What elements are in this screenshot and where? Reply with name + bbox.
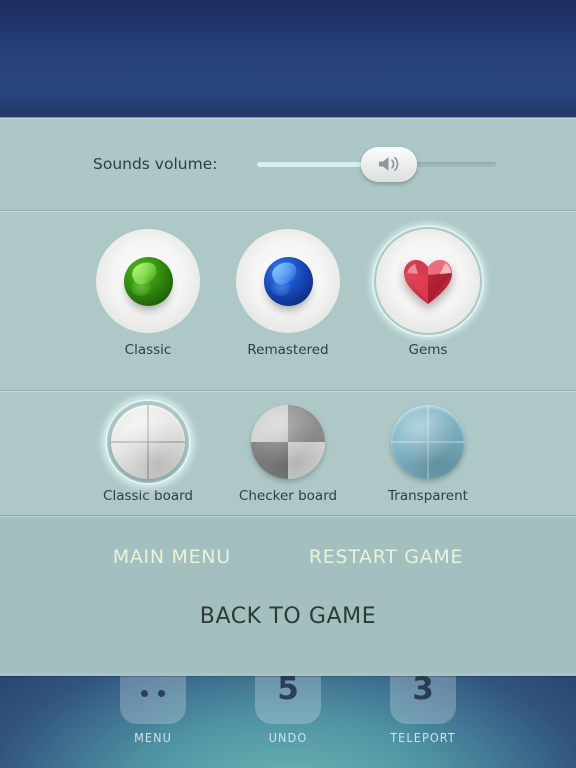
toolbar-item-undo[interactable]: 5 UNDO bbox=[253, 676, 323, 745]
board-style-section: Classic board Checker board Transparent bbox=[0, 391, 576, 516]
toolbar-label-menu: MENU bbox=[134, 730, 172, 745]
actions-section: MAIN MENU RESTART GAME BACK TO GAME bbox=[0, 516, 576, 673]
marble-option-gems[interactable]: Gems bbox=[358, 225, 498, 358]
board-shading bbox=[391, 405, 465, 479]
speaker-icon bbox=[376, 154, 402, 174]
toolbar-label-undo: UNDO bbox=[268, 730, 308, 745]
board-shading bbox=[111, 405, 185, 479]
bottom-toolbar: MENU 5 UNDO 3 TELEPORT bbox=[0, 676, 576, 768]
board-option-checker[interactable]: Checker board bbox=[218, 405, 358, 504]
board-wrap-checker[interactable] bbox=[251, 405, 325, 479]
marble-style-section: Classic Remastered Gems bbox=[0, 211, 576, 391]
undo-count: 5 bbox=[277, 676, 299, 707]
undo-tile: 5 bbox=[255, 676, 321, 724]
settings-panel: Sounds volume: Classic Remastered Gems C… bbox=[0, 118, 576, 676]
toolbar-item-menu[interactable]: MENU bbox=[118, 676, 188, 745]
board-label-checker: Checker board bbox=[238, 488, 338, 504]
volume-section: Sounds volume: bbox=[0, 118, 576, 211]
marble-option-classic[interactable]: Classic bbox=[78, 229, 218, 358]
actions-row: MAIN MENU RESTART GAME bbox=[0, 516, 576, 568]
blue-marble-icon bbox=[263, 256, 313, 306]
marble-option-remastered[interactable]: Remastered bbox=[218, 229, 358, 358]
volume-slider[interactable] bbox=[257, 146, 497, 182]
main-menu-button[interactable]: MAIN MENU bbox=[113, 546, 231, 568]
red-heart-gem-icon bbox=[401, 256, 455, 306]
marble-label-gems: Gems bbox=[408, 342, 448, 358]
green-marble-icon bbox=[123, 256, 173, 306]
board-options-row: Classic board Checker board Transparent bbox=[0, 391, 576, 504]
menu-dots-icon bbox=[120, 682, 186, 701]
checker-board-icon bbox=[251, 405, 325, 479]
marble-disc-gems[interactable] bbox=[372, 225, 484, 337]
marble-options-row: Classic Remastered Gems bbox=[0, 211, 576, 358]
teleport-tile: 3 bbox=[390, 676, 456, 724]
sky-gradient bbox=[0, 0, 576, 118]
slider-thumb[interactable] bbox=[361, 146, 418, 182]
board-wrap-transparent[interactable] bbox=[391, 405, 465, 479]
menu-tile bbox=[120, 676, 186, 724]
slider-fill bbox=[257, 161, 376, 167]
board-label-classic: Classic board bbox=[103, 488, 193, 504]
board-shading bbox=[251, 405, 325, 479]
marble-label-classic: Classic bbox=[124, 342, 172, 358]
plain-board-icon bbox=[111, 405, 185, 479]
teleport-count: 3 bbox=[412, 676, 434, 707]
board-wrap-classic[interactable] bbox=[105, 399, 191, 485]
volume-label: Sounds volume: bbox=[93, 155, 218, 173]
marble-disc-classic[interactable] bbox=[96, 229, 200, 333]
back-to-game-button[interactable]: BACK TO GAME bbox=[0, 604, 576, 629]
marble-label-remastered: Remastered bbox=[247, 342, 329, 358]
marble-disc-remastered[interactable] bbox=[236, 229, 340, 333]
transparent-board-icon bbox=[391, 405, 465, 479]
board-label-transparent: Transparent bbox=[388, 488, 468, 504]
toolbar-label-teleport: TELEPORT bbox=[390, 730, 456, 745]
board-option-classic[interactable]: Classic board bbox=[78, 399, 218, 504]
board-option-transparent[interactable]: Transparent bbox=[358, 405, 498, 504]
restart-game-button[interactable]: RESTART GAME bbox=[309, 546, 463, 568]
volume-row: Sounds volume: bbox=[0, 118, 576, 210]
toolbar-item-teleport[interactable]: 3 TELEPORT bbox=[388, 676, 458, 745]
